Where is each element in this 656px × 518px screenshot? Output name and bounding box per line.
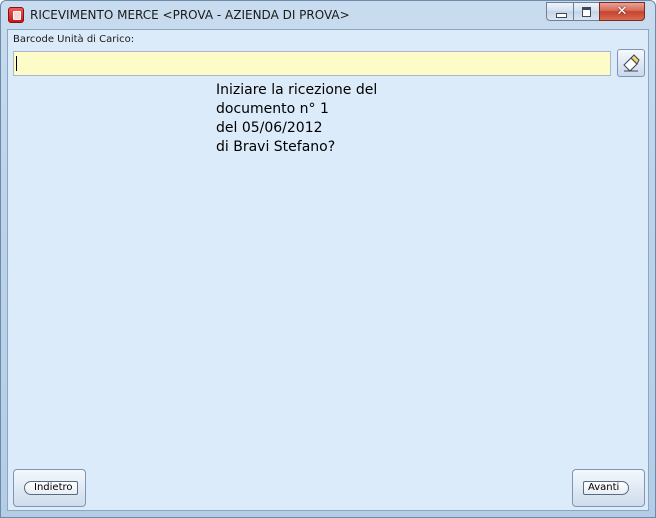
title-bar[interactable]: RICEVIMENTO MERCE <PROVA - AZIENDA DI PR…: [1, 1, 655, 29]
message-line: di Bravi Stefano?: [216, 139, 336, 155]
maximize-icon: [582, 7, 591, 17]
app-icon[interactable]: [8, 7, 24, 23]
close-button[interactable]: ✕: [599, 2, 645, 21]
message-line: Iniziare la ricezione del: [216, 82, 378, 98]
next-button[interactable]: Avanti: [572, 469, 645, 507]
message-line: documento n° 1: [216, 101, 329, 117]
close-icon: ✕: [616, 4, 628, 19]
barcode-label: Barcode Unità di Carico:: [13, 34, 135, 45]
client-area: Barcode Unità di Carico: Iniziare la ric…: [7, 29, 649, 511]
minimize-button[interactable]: [546, 2, 574, 21]
message-line: del 05/06/2012: [216, 120, 323, 136]
confirmation-message: Iniziare la ricezione del documento n° 1…: [216, 81, 377, 157]
back-label: Indietro: [24, 481, 78, 495]
window-title: RICEVIMENTO MERCE <PROVA - AZIENDA DI PR…: [30, 8, 350, 22]
back-button[interactable]: Indietro: [13, 469, 86, 507]
text-caret: [16, 56, 17, 71]
maximize-button[interactable]: [573, 2, 600, 21]
minimize-icon: [556, 13, 567, 18]
app-window: RICEVIMENTO MERCE <PROVA - AZIENDA DI PR…: [0, 0, 656, 518]
next-label: Avanti: [583, 481, 630, 495]
barcode-input[interactable]: [13, 51, 611, 76]
clear-barcode-button[interactable]: [617, 49, 645, 77]
eraser-icon: [623, 54, 640, 72]
